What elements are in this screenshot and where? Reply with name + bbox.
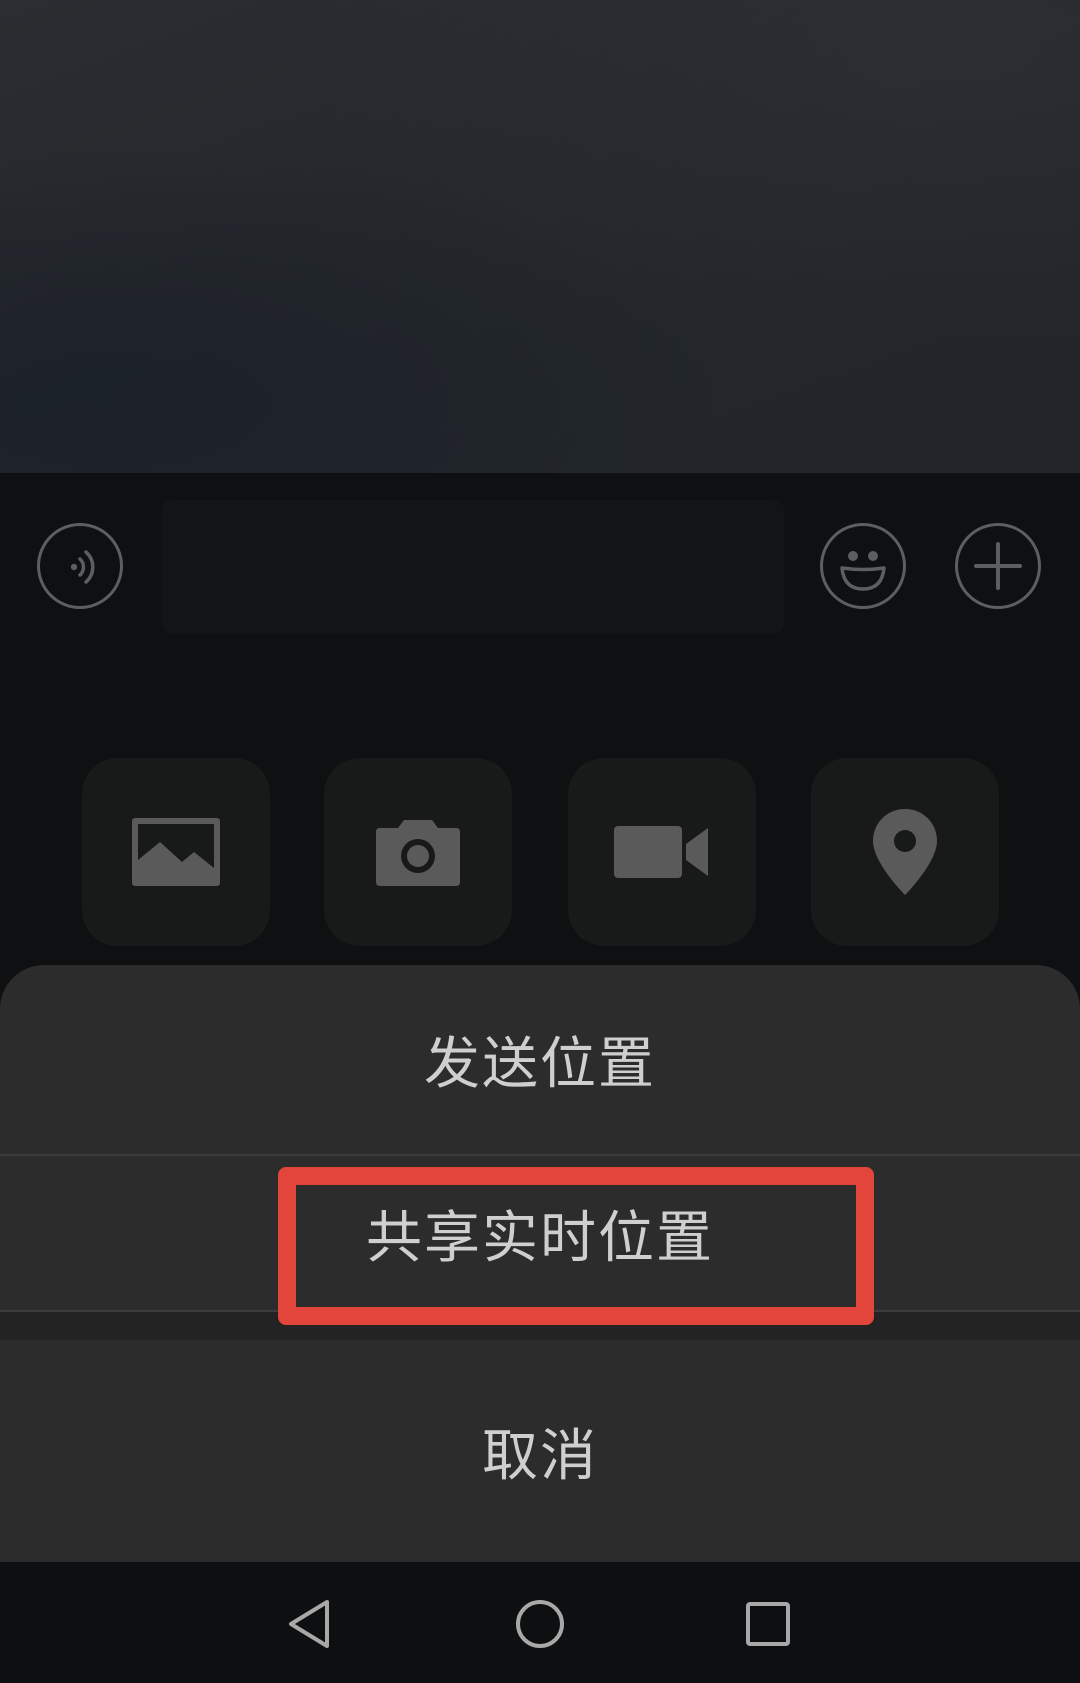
more-button[interactable] bbox=[955, 523, 1041, 609]
cancel-button[interactable]: 取消 bbox=[0, 1340, 1080, 1562]
nav-recent-button[interactable] bbox=[728, 1584, 808, 1664]
location-pin-icon bbox=[873, 809, 937, 895]
chat-input-panel bbox=[0, 473, 1080, 963]
video-call-tile[interactable] bbox=[568, 758, 756, 946]
camera-icon bbox=[376, 820, 460, 886]
recent-apps-square-icon bbox=[746, 1602, 790, 1646]
home-circle-icon bbox=[516, 1600, 564, 1648]
back-triangle-icon bbox=[289, 1600, 329, 1648]
system-nav-bar bbox=[0, 1562, 1080, 1683]
emoji-button[interactable] bbox=[820, 523, 906, 609]
image-icon bbox=[132, 818, 220, 886]
nav-back-button[interactable] bbox=[270, 1584, 350, 1664]
action-sheet: 发送位置 共享实时位置 取消 bbox=[0, 965, 1080, 1562]
plus-icon bbox=[974, 542, 1022, 590]
album-tile[interactable] bbox=[82, 758, 270, 946]
send-location-option[interactable]: 发送位置 bbox=[0, 965, 1080, 1154]
share-live-location-option[interactable]: 共享实时位置 bbox=[0, 1156, 1080, 1310]
camera-tile[interactable] bbox=[324, 758, 512, 946]
message-input[interactable] bbox=[162, 500, 784, 634]
screen: 发送位置 共享实时位置 取消 bbox=[0, 0, 1080, 1683]
chat-background bbox=[0, 0, 1080, 473]
video-call-icon bbox=[614, 826, 708, 878]
emoji-icon bbox=[840, 551, 886, 591]
location-tile[interactable] bbox=[811, 758, 999, 946]
voice-input-icon bbox=[70, 550, 95, 584]
nav-home-button[interactable] bbox=[500, 1584, 580, 1664]
sheet-separator bbox=[0, 1312, 1080, 1340]
voice-button[interactable] bbox=[37, 523, 123, 609]
